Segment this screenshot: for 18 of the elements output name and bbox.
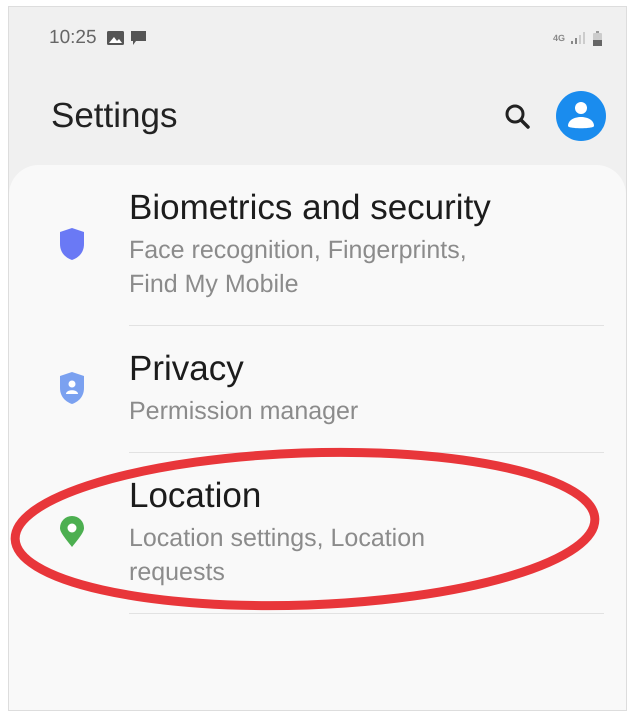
network-type: 4G [552,33,565,43]
status-time: 10:25 [49,27,97,49]
item-subtitle: Location settings, Location requests [129,523,426,588]
item-subtitle: Face recognition, Fingerprints, Find My Mobile [129,235,468,300]
item-title: Privacy [129,348,244,390]
location-pin-icon [59,516,85,548]
item-subtitle: Permission manager [129,396,360,427]
battery-icon [593,30,602,46]
signal-icon [571,32,585,44]
shield-icon [59,227,85,261]
profile-avatar-icon[interactable] [556,91,606,141]
image-icon [106,31,124,45]
page-title: Settings [51,96,178,136]
item-title: Location [129,475,262,517]
message-icon [130,30,147,46]
item-title: Biometrics and security [129,187,491,229]
shield-person-icon [59,371,85,405]
search-icon[interactable] [504,103,530,129]
